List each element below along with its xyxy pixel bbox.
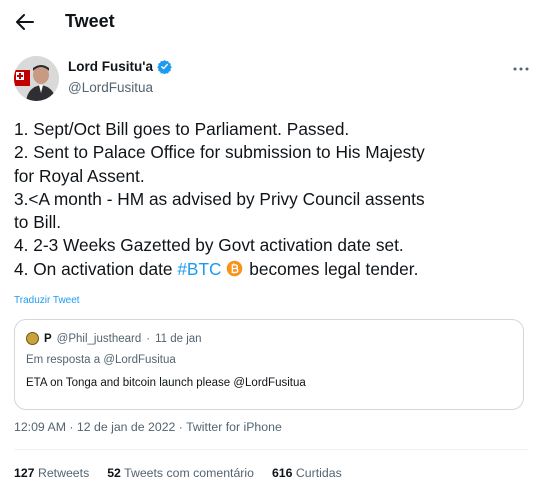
tweet-source[interactable]: Twitter for iPhone bbox=[186, 420, 282, 434]
quoted-date: 11 de jan bbox=[155, 332, 202, 345]
tweet-meta: 12:09 AM · 12 de jan de 2022 · Twitter f… bbox=[14, 420, 282, 434]
tweet-line: to Bill. bbox=[14, 212, 62, 233]
tweet-date[interactable]: 12 de jan de 2022 bbox=[77, 420, 175, 434]
tweet-line: 1. Sept/Oct Bill goes to Parliament. Pas… bbox=[14, 119, 350, 139]
quotes-count: 52 bbox=[107, 466, 121, 480]
hashtag-link[interactable]: #BTC bbox=[177, 259, 221, 279]
tweet-text-segment: 4. On activation date bbox=[14, 258, 178, 279]
quoted-avatar bbox=[26, 332, 39, 345]
separator-dot: · bbox=[178, 420, 187, 434]
bitcoin-emoji-icon bbox=[226, 260, 242, 277]
tweet-header: Tweet bbox=[0, 0, 541, 44]
separator-dot: · bbox=[146, 332, 151, 345]
tweet-line-last: 4. On activation date #BTC becomes legal… bbox=[14, 258, 534, 281]
quoted-handle: @Phil_justheard bbox=[56, 332, 142, 345]
quoted-tweet[interactable]: P @Phil_justheard · 11 de jan Em respost… bbox=[14, 319, 524, 410]
quoted-display-name: P bbox=[44, 332, 52, 345]
retweets-stat[interactable]: 127 Retweets bbox=[14, 466, 89, 480]
more-icon bbox=[513, 67, 529, 71]
avatar-image bbox=[14, 56, 59, 101]
quote-tweets-stat[interactable]: 52 Tweets com comentário bbox=[107, 466, 254, 480]
quotes-label: Tweets com comentário bbox=[124, 466, 254, 480]
arrow-left-icon bbox=[16, 14, 34, 30]
translate-tweet-link[interactable]: Traduzir Tweet bbox=[14, 295, 80, 306]
verified-badge-icon bbox=[157, 59, 172, 74]
tweet-line: for Royal Assent. bbox=[14, 165, 145, 186]
retweets-label: Retweets bbox=[37, 466, 90, 480]
author-display-name[interactable]: Lord Fusitu'a bbox=[68, 59, 153, 74]
quoted-tweet-header: P @Phil_justheard · 11 de jan bbox=[26, 332, 202, 345]
more-options-button[interactable] bbox=[508, 60, 534, 78]
page-title: Tweet bbox=[65, 11, 115, 31]
avatar[interactable] bbox=[14, 56, 59, 101]
quoted-text: ETA on Tonga and bitcoin launch please @… bbox=[26, 377, 306, 389]
quoted-reply-to: Em resposta a @LordFusitua bbox=[26, 354, 176, 366]
likes-count: 616 bbox=[271, 466, 293, 480]
likes-stat[interactable]: 616 Curtidas bbox=[272, 466, 342, 480]
divider bbox=[14, 449, 528, 450]
author-name-row: Lord Fusitu'a bbox=[68, 59, 172, 74]
tweet-line: 3.<A month - HM as advised by Privy Coun… bbox=[14, 188, 425, 209]
back-button[interactable] bbox=[10, 7, 40, 37]
tweet-stats: 127 Retweets 52 Tweets com comentário 61… bbox=[14, 466, 342, 480]
tweet-text: 1. Sept/Oct Bill goes to Parliament. Pas… bbox=[14, 118, 534, 281]
tweet-text-segment: becomes legal tender. bbox=[244, 258, 419, 279]
separator-dot: · bbox=[69, 420, 77, 434]
tweet-time[interactable]: 12:09 AM bbox=[14, 420, 66, 434]
likes-label: Curtidas bbox=[295, 466, 342, 480]
tweet-author: Lord Fusitu'a @LordFusitua bbox=[14, 56, 534, 102]
retweets-count: 127 bbox=[14, 466, 35, 480]
tweet-line: 2. Sent to Palace Office for submission … bbox=[14, 142, 425, 163]
author-handle[interactable]: @LordFusitua bbox=[68, 80, 153, 95]
tweet-line: 4. 2-3 Weeks Gazetted by Govt activation… bbox=[14, 235, 404, 256]
